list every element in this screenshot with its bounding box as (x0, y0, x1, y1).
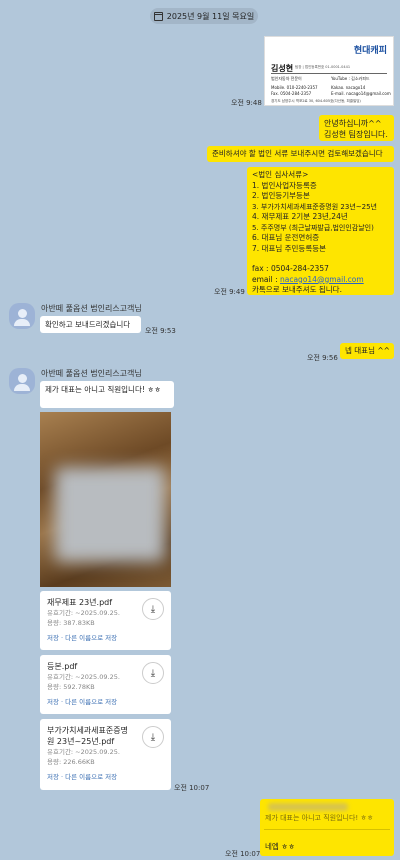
incoming-message[interactable]: 제가 대표는 아니고 직원입니다! ㅎㅎ (40, 381, 174, 408)
message-time: 오전 9:56 (307, 354, 338, 362)
file-size: 용량: 592.78KB (47, 683, 95, 691)
message-text: 네엡 ㅎㅎ (265, 842, 295, 851)
message-line: 6. 대표님 운전면허증 (252, 233, 320, 242)
message-line: 3. 부가가치세과세표준증명원 23년~25년 (252, 202, 377, 211)
message-time: 오전 9:53 (145, 327, 176, 335)
card-address: 경기도 남양주시 역포2로 30, 604-605호(다산동, 피클빌딩) (271, 99, 361, 103)
file-attachment[interactable]: 부가가치세과세표준증명 원 23년~25년.pdf 유효기간: ~2025.09.… (40, 719, 171, 790)
file-actions[interactable]: 저장 · 다른 이름으로 저장 (47, 632, 164, 642)
outgoing-message[interactable]: <법인 심사서류> 1. 법인사업자등록증 2. 법인등기부등본 3. 부가가치… (247, 167, 394, 295)
file-size: 용량: 387.83KB (47, 619, 95, 627)
message-text: 준비하셔야 할 법인 서류 보내주시면 검토해보겠습니다 (212, 149, 383, 158)
outgoing-message[interactable]: 안녕하십니까^^ 김성현 팀장입니다. (319, 115, 394, 141)
message-line: 5. 주주명부 (최근날짜발급,법인인감날인) (252, 223, 374, 232)
email-line: email : nacago14@gmail.com (252, 275, 389, 286)
file-expiry: 유효기간: ~2025.09.25. (47, 748, 120, 756)
card-company: 법인자동차 전문이 (271, 76, 302, 81)
download-icon[interactable]: ⤓ (142, 662, 164, 684)
message-line: 김성현 팀장입니다. (324, 130, 388, 139)
email-label: email : (252, 274, 280, 284)
file-attachment[interactable]: 등본.pdf 유효기간: ~2025.09.25. 용량: 592.78KB 저… (40, 655, 171, 714)
avatar[interactable] (9, 368, 35, 394)
quoted-text: 제가 대표는 아니고 직원입니다! ㅎㅎ (265, 814, 374, 822)
card-mobile: Mobile. 010-2240-2357 (271, 85, 318, 90)
message-line: 4. 재무제표 2기분 23년,24년 (252, 212, 348, 221)
reply-message[interactable]: 제가 대표는 아니고 직원입니다! ㅎㅎ 네엡 ㅎㅎ (260, 799, 394, 856)
message-line: 안녕하십니까^^ (324, 119, 382, 128)
fax-line: fax : 0504-284-2357 (252, 264, 329, 273)
avatar[interactable] (9, 303, 35, 329)
avatar-person-body (14, 384, 30, 391)
sender-name: 아반떼 풀옵션 법인리스고객님 (41, 304, 142, 313)
card-youtube: YouTube : 김소카피드 (331, 76, 370, 81)
message-time: 오전 10:07 (174, 784, 210, 792)
avatar-person-body (14, 319, 30, 326)
message-line: 카톡으로 보내주셔도 됩니다. (252, 285, 342, 294)
photo-attachment[interactable] (40, 412, 171, 587)
quote-divider (264, 829, 390, 830)
file-attachment[interactable]: 재무제표 23년.pdf 유효기간: ~2025.09.25. 용량: 387.… (40, 591, 171, 650)
message-text: 확인하고 보내드리겠습니다 (45, 320, 131, 329)
file-actions[interactable]: 저장 · 다른 이름으로 저장 (47, 696, 164, 706)
sender-name: 아반떼 풀옵션 법인리스고객님 (41, 369, 142, 378)
download-icon[interactable]: ⤓ (142, 726, 164, 748)
message-line: 2. 법인등기부등본 (252, 191, 310, 200)
card-kakao: Kakao. nacago14 (331, 85, 366, 90)
calendar-icon (153, 11, 163, 21)
avatar-person-icon (17, 309, 27, 318)
card-divider (271, 73, 387, 74)
outgoing-message[interactable]: 준비하셔야 할 법인 서류 보내주시면 검토해보겠습니다 (207, 146, 394, 162)
message-text: 넵 대표님 ^^ (345, 346, 390, 355)
date-divider: 2025년 9월 11일 목요일 (150, 8, 258, 24)
message-text: 제가 대표는 아니고 직원입니다! ㅎㅎ (45, 385, 162, 394)
date-divider-text: 2025년 9월 11일 목요일 (166, 11, 255, 21)
file-actions[interactable]: 저장 · 다른 이름으로 저장 (47, 771, 164, 781)
outgoing-message[interactable]: 넵 대표님 ^^ (340, 343, 394, 359)
message-line: 7. 대표님 주민등록등본 (252, 243, 327, 253)
message-line: 1. 법인사업자등록증 (252, 180, 317, 190)
email-link[interactable]: nacago14@gmail.com (280, 275, 364, 284)
file-size: 용량: 226.66KB (47, 758, 95, 766)
message-time: 오전 9:49 (214, 288, 245, 296)
message-time: 오전 10:07 (225, 850, 261, 858)
card-fax: Fax. 0504-284-2357 (271, 91, 312, 96)
reply-sender-blurred (268, 803, 348, 811)
blurred-document (55, 467, 165, 562)
business-card-image[interactable]: 현대캐피 김성현 팀장 | 법인등록번호 01-0001-0441 법인자동차 … (264, 36, 394, 106)
avatar-person-icon (17, 374, 27, 383)
message-time: 오전 9:48 (231, 99, 262, 107)
download-icon[interactable]: ⤓ (142, 598, 164, 620)
message-line: <법인 심사서류> (252, 170, 309, 179)
card-email: E-mail. nacago14@gmail.com (331, 91, 391, 96)
company-logo: 현대캐피 (353, 46, 387, 56)
card-title: 팀장 | 법인등록번호 01-0001-0441 (295, 65, 351, 69)
incoming-message[interactable]: 확인하고 보내드리겠습니다 (40, 316, 141, 333)
